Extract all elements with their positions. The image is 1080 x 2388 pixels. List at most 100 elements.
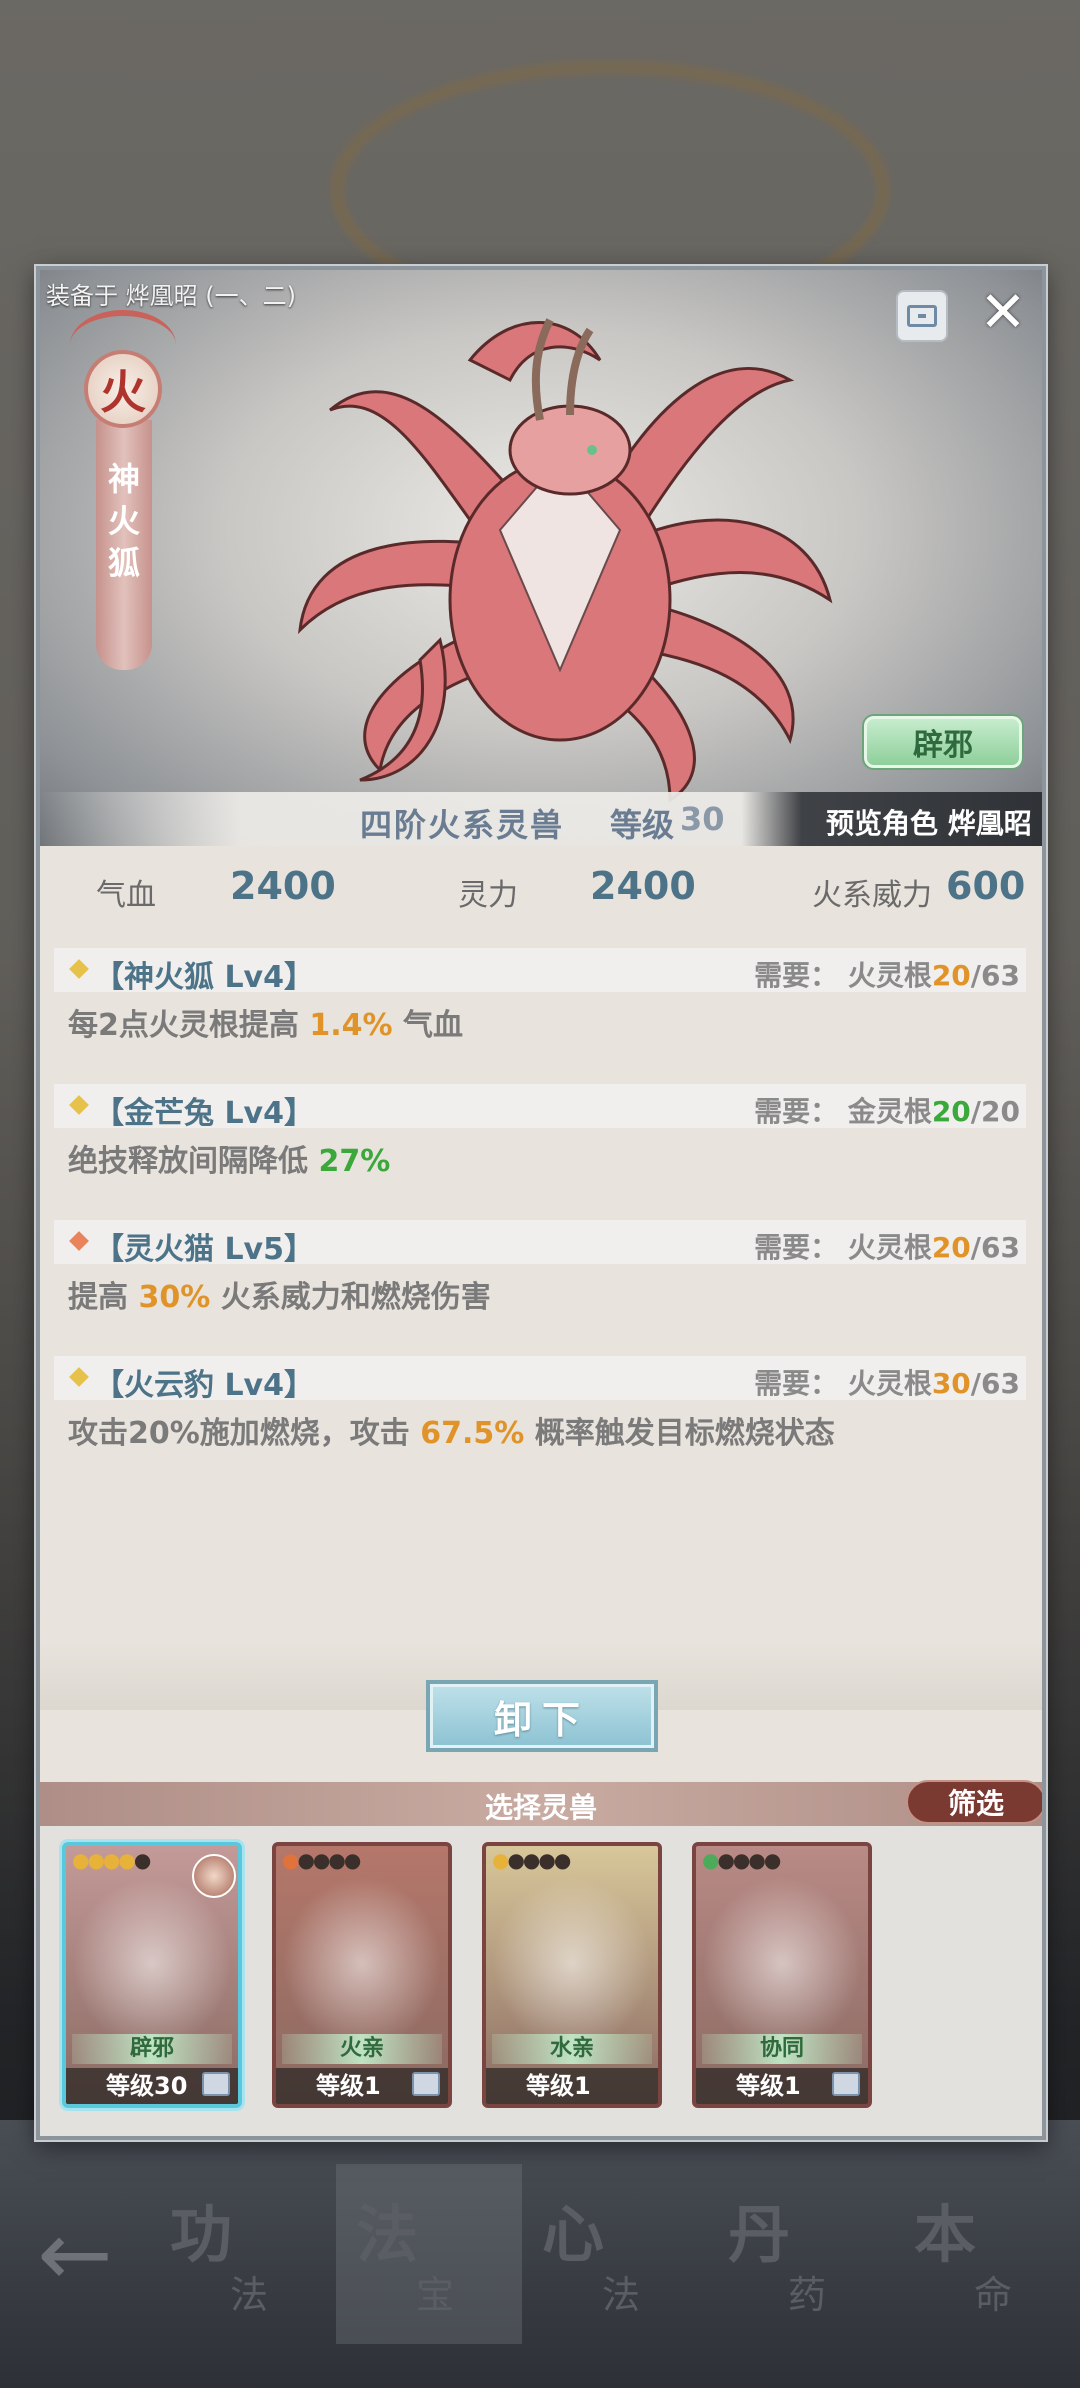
skill-header[interactable]: 【金芒兔 Lv4】 需要： 金灵根20/20 [54,1084,1026,1131]
spirit-beast-dialog: 装备于 烨凰昭 (一、二) 火 神 火 狐 ✕ 辟邪 四阶火系灵兽 等级 30 … [36,266,1046,2140]
paw-icon: ● [72,1848,90,1872]
stat-hp-label: 气血 [96,878,156,913]
paw-stars: ●●●●● [492,1848,571,1872]
beast-name-char: 神 [107,460,140,498]
storage-icon [832,2072,860,2096]
paw-icon: ● [748,1848,766,1872]
requirement-current: 20 [931,959,971,992]
element-badge: 火 [84,350,162,428]
paw-icon: ● [282,1848,300,1872]
storage-icon [907,305,937,327]
description-highlight: 1.4% [309,1008,393,1043]
tab-benming[interactable]: 本 命 [894,2164,1080,2344]
tab-label: 法 [356,2198,419,2271]
description-text: 攻击20%施加燃烧，攻击 [68,1416,421,1451]
equipped-avatar [192,1854,236,1898]
requirement-max: /63 [970,1367,1020,1400]
skill-name: 【火云豹 Lv4】 [94,1368,314,1403]
description-text: 概率触发目标燃烧状态 [524,1416,835,1451]
skill-header[interactable]: 【灵火猫 Lv5】 需要： 火灵根20/63 [54,1220,1026,1267]
card-form-label: 火亲 [282,2034,442,2064]
bottom-nav: ← 功 法 法 宝 心 法 丹 药 本 命 [0,2120,1080,2388]
diamond-icon [69,1367,89,1387]
unload-button[interactable]: 卸下 [426,1680,658,1752]
card-form-label: 辟邪 [72,2034,232,2064]
tab-sublabel: 宝 [416,2273,455,2317]
description-text: 提高 [68,1280,139,1315]
tab-label: 功 [170,2198,233,2271]
skill-description: 每2点火灵根提高 1.4% 气血 [68,1000,463,1044]
beast-portrait [276,1870,448,2040]
description-text: 绝技释放间隔降低 [68,1144,319,1179]
requirement-max: /63 [970,1231,1020,1264]
tab-xinfa[interactable]: 心 法 [522,2164,708,2344]
paw-icon: ● [507,1848,525,1872]
stat-hp-value: 2400 [230,864,336,908]
tab-label: 本 [914,2198,977,2271]
requirement-max: /20 [970,1095,1020,1128]
skill-requirement: 需要： 金灵根20/20 [754,1090,1020,1130]
beast-hero-panel: 装备于 烨凰昭 (一、二) 火 神 火 狐 ✕ 辟邪 四阶火系灵兽 等级 30 … [40,270,1042,846]
requirement-current: 30 [931,1367,971,1400]
beast-name: 神 火 狐 [102,458,146,584]
beast-name-char: 火 [107,502,140,540]
card-form-label: 协同 [702,2034,862,2064]
skill-header[interactable]: 【神火狐 Lv4】 需要： 火灵根20/63 [54,948,1026,995]
tab-fabao[interactable]: 法 宝 [336,2164,522,2344]
tab-label: 心 [542,2198,605,2271]
formation-button[interactable]: 辟邪 [864,716,1022,768]
paw-icon: ● [118,1848,136,1872]
skill-description: 攻击20%施加燃烧，攻击 67.5% 概率触发目标燃烧状态 [68,1408,835,1452]
requirement-max: /63 [970,959,1020,992]
close-icon[interactable]: ✕ [974,284,1032,342]
paw-icon: ● [297,1848,315,1872]
beast-level-label: 等级 [610,806,675,844]
paw-icon: ● [102,1848,121,1872]
requirement-label: 需要： 火灵根 [754,959,932,992]
description-text: 每2点火灵根提高 [68,1008,310,1043]
preview-role[interactable]: 预览角色 烨凰昭 [826,802,1032,842]
beast-card[interactable]: ●●●●● 水亲 等级1 [482,1842,662,2108]
beast-level-value: 30 [680,800,725,838]
paw-icon: ● [702,1848,720,1872]
description-text: 火系威力和燃烧伤害 [210,1280,491,1315]
requirement-label: 需要： 金灵根 [754,1095,932,1128]
description-text: 气血 [392,1008,463,1043]
paw-icon: ● [538,1848,556,1872]
storage-button[interactable] [896,290,948,342]
paw-icon: ● [732,1848,751,1872]
tab-danyao[interactable]: 丹 药 [708,2164,894,2344]
back-arrow-icon[interactable]: ← [0,2202,150,2307]
tab-sublabel: 命 [974,2273,1013,2317]
paw-icon: ● [522,1848,541,1872]
skill-name: 【金芒兔 Lv4】 [94,1096,314,1131]
skill-description: 绝技释放间隔降低 27% [68,1136,390,1180]
card-level: 等级1 [486,2068,658,2104]
tab-gongfa[interactable]: 功 法 [150,2164,336,2344]
skill-requirement: 需要： 火灵根30/63 [754,1362,1020,1402]
paw-icon: ● [312,1848,331,1872]
paw-stars: ●●●●● [72,1848,152,1872]
paw-icon: ● [763,1848,782,1872]
paw-icon: ● [133,1848,152,1872]
stat-fire-label: 火系威力 [812,878,932,913]
beast-portrait [696,1870,868,2040]
requirement-label: 需要： 火灵根 [754,1231,932,1264]
tab-sublabel: 法 [230,2273,269,2317]
stats-row: 气血 2400 灵力 2400 火系威力 600 [40,854,1042,924]
beast-name-char: 狐 [107,544,140,582]
requirement-label: 需要： 火灵根 [754,1367,932,1400]
beast-card[interactable]: ●●●●● 辟邪 等级30 [62,1842,242,2108]
beast-portrait [486,1870,658,2040]
skill-header[interactable]: 【火云豹 Lv4】 需要： 火灵根30/63 [54,1356,1026,1403]
paw-icon: ● [492,1848,510,1872]
skill-description: 提高 30% 火系威力和燃烧伤害 [68,1272,491,1316]
beast-card[interactable]: ●●●●● 火亲 等级1 [272,1842,452,2108]
tab-sublabel: 法 [602,2273,641,2317]
skill-name: 【神火狐 Lv4】 [94,960,314,995]
beast-rank: 四阶火系灵兽 [360,806,565,844]
beast-card[interactable]: ●●●●● 协同 等级1 [692,1842,872,2108]
paw-stars: ●●●●● [282,1848,361,1872]
filter-button[interactable]: 筛选 [906,1780,1042,1824]
paw-icon: ● [328,1848,346,1872]
